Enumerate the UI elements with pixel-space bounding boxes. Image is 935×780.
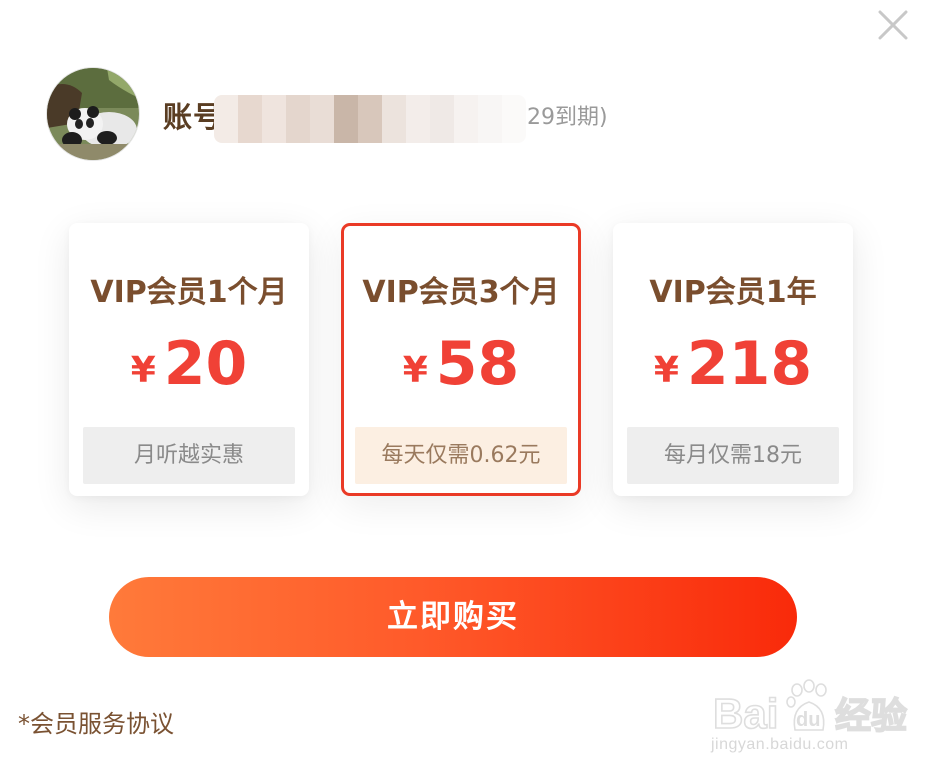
plan-note: 每月仅需18元 xyxy=(627,427,839,484)
close-icon xyxy=(878,10,908,40)
svg-text:du: du xyxy=(796,709,820,731)
plan-card-3-months[interactable]: VIP会员3个月 ¥58 每天仅需0.62元 xyxy=(341,223,581,496)
plan-amount: 58 xyxy=(435,329,520,399)
vip-purchase-dialog: 账号 29到期) VIP会员1个月 ¥20 月听越实惠 VIP会员3个月 ¥58 xyxy=(0,0,935,780)
account-expiry: 29到期) xyxy=(527,105,608,130)
plan-title: VIP会员1年 xyxy=(649,275,817,310)
plan-title: VIP会员1个月 xyxy=(90,275,288,310)
currency-symbol: ¥ xyxy=(653,350,679,391)
account-id-redacted xyxy=(214,95,526,143)
plan-amount: 218 xyxy=(686,329,813,399)
watermark-url: jingyan.baidu.com xyxy=(711,736,849,753)
baidu-logo-icon: Bai du 经验 xyxy=(712,679,908,738)
plan-title: VIP会员3个月 xyxy=(362,275,560,310)
plan-amount: 20 xyxy=(163,329,248,399)
plan-card-1-year[interactable]: VIP会员1年 ¥218 每月仅需18元 xyxy=(613,223,853,496)
plan-note: 每天仅需0.62元 xyxy=(355,427,567,484)
panda-avatar-icon xyxy=(47,68,139,160)
svg-text:经验: 经验 xyxy=(835,696,907,737)
currency-symbol: ¥ xyxy=(402,350,428,391)
avatar xyxy=(47,68,139,160)
plan-note: 月听越实惠 xyxy=(83,427,295,484)
plan-card-1-month[interactable]: VIP会员1个月 ¥20 月听越实惠 xyxy=(69,223,309,496)
svg-text:Bai: Bai xyxy=(713,690,778,737)
plan-price: ¥20 xyxy=(69,329,309,399)
close-button[interactable] xyxy=(876,8,910,42)
buy-now-button[interactable]: 立即购买 xyxy=(109,577,797,657)
member-agreement-link[interactable]: *会员服务协议 xyxy=(18,706,174,742)
baidu-jingyan-watermark: Bai du 经验 jingyan.baidu.com xyxy=(711,678,931,774)
plan-price: ¥58 xyxy=(344,329,578,399)
currency-symbol: ¥ xyxy=(130,350,156,391)
plan-price: ¥218 xyxy=(613,329,853,399)
